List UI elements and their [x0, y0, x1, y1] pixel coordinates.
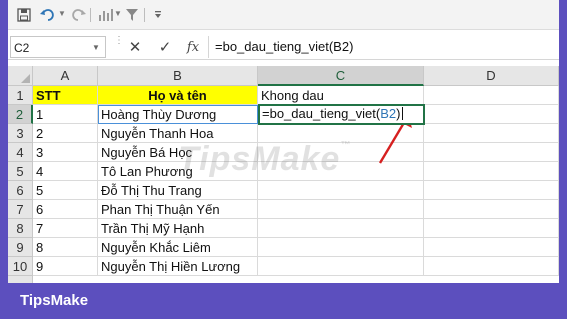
cell-b2[interactable]: Hoàng Thùy Dương: [98, 105, 258, 124]
cell-b1[interactable]: Họ và tên: [98, 86, 258, 105]
save-icon[interactable]: [14, 5, 34, 25]
row-header-10[interactable]: 10: [8, 257, 33, 276]
formula-bar-grip-icon: ⋮: [114, 35, 124, 46]
formula-bar: C2 ▼ ⋮ ✕ ✓ fx =bo_dau_tieng_viet(B2): [8, 34, 559, 60]
cell-a4[interactable]: 3: [33, 143, 98, 162]
brand-logo: TipsMake: [20, 292, 89, 309]
cell-d8[interactable]: [424, 219, 559, 238]
redo-icon[interactable]: [68, 5, 88, 25]
filter-icon[interactable]: [122, 5, 142, 25]
quick-access-toolbar: ▼ ▼: [8, 0, 559, 30]
cell-a1[interactable]: STT: [33, 86, 98, 105]
cell-reference: B2: [380, 106, 397, 121]
cell-b8[interactable]: Trần Thị Mỹ Hạnh: [98, 219, 258, 238]
cell-b7[interactable]: Phan Thị Thuận Yến: [98, 200, 258, 219]
cell-b9[interactable]: Nguyễn Khắc Liêm: [98, 238, 258, 257]
cell-a8[interactable]: 7: [33, 219, 98, 238]
cancel-button[interactable]: ✕: [124, 37, 146, 57]
undo-icon[interactable]: [38, 5, 58, 25]
select-all-button[interactable]: [8, 66, 33, 86]
cell-d5[interactable]: [424, 162, 559, 181]
cell-d3[interactable]: [424, 124, 559, 143]
enter-button[interactable]: ✓: [154, 37, 176, 57]
cell-d4[interactable]: [424, 143, 559, 162]
chart-icon[interactable]: [96, 5, 116, 25]
row-header-7[interactable]: 7: [8, 200, 33, 219]
cell-d9[interactable]: [424, 238, 559, 257]
cell-d2[interactable]: [425, 105, 559, 124]
cell-d7[interactable]: [424, 200, 559, 219]
toolbar-separator: [144, 8, 145, 22]
row-header-11[interactable]: [8, 276, 33, 283]
cell-a10[interactable]: 9: [33, 257, 98, 276]
cell-c7[interactable]: [258, 200, 424, 219]
row-header-4[interactable]: 4: [8, 143, 33, 162]
excel-window: ▼ ▼ C2 ▼ ⋮ ✕ ✓ fx =bo_dau_tieng_viet(B2)…: [8, 0, 559, 283]
cell-a7[interactable]: 6: [33, 200, 98, 219]
cell-d10[interactable]: [424, 257, 559, 276]
column-header-d[interactable]: D: [424, 66, 559, 86]
cell-d6[interactable]: [424, 181, 559, 200]
formula-input[interactable]: =bo_dau_tieng_viet(B2): [208, 36, 557, 58]
text-caret: [402, 107, 404, 120]
cell-a3[interactable]: 2: [33, 124, 98, 143]
row-header-1[interactable]: 1: [8, 86, 33, 105]
cell-c9[interactable]: [258, 238, 424, 257]
customize-icon[interactable]: [148, 5, 168, 25]
row-header-6[interactable]: 6: [8, 181, 33, 200]
cell-c2-editing[interactable]: =bo_dau_tieng_viet(B2): [258, 104, 425, 125]
name-box-dropdown-icon[interactable]: ▼: [92, 43, 100, 52]
insert-function-button[interactable]: fx: [182, 37, 204, 57]
row-header-8[interactable]: 8: [8, 219, 33, 238]
cell-c8[interactable]: [258, 219, 424, 238]
row-header-5[interactable]: 5: [8, 162, 33, 181]
cell-d1[interactable]: [424, 86, 559, 105]
cell-c6[interactable]: [258, 181, 424, 200]
row-header-2[interactable]: 2: [8, 105, 33, 124]
cell-c10[interactable]: [258, 257, 424, 276]
chart-dropdown-icon[interactable]: ▼: [114, 9, 122, 18]
row-header-9[interactable]: 9: [8, 238, 33, 257]
cell-a2[interactable]: 1: [33, 105, 98, 124]
toolbar-separator: [90, 8, 91, 22]
cell-a6[interactable]: 5: [33, 181, 98, 200]
undo-dropdown-icon[interactable]: ▼: [58, 9, 66, 18]
cell-a9[interactable]: 8: [33, 238, 98, 257]
column-header-a[interactable]: A: [33, 66, 98, 86]
watermark: TipsMake™: [178, 140, 352, 178]
cell-b10[interactable]: Nguyễn Thị Hiền Lương: [98, 257, 258, 276]
formula-close: ): [396, 106, 401, 121]
cell-c1[interactable]: Khong dau: [258, 86, 424, 105]
formula-text: =bo_dau_tieng_viet(: [262, 106, 381, 121]
cell-b6[interactable]: Đỗ Thị Thu Trang: [98, 181, 258, 200]
row-header-3[interactable]: 3: [8, 124, 33, 143]
cell-a5[interactable]: 4: [33, 162, 98, 181]
column-header-b[interactable]: B: [98, 66, 258, 86]
column-header-c[interactable]: C: [258, 66, 424, 86]
